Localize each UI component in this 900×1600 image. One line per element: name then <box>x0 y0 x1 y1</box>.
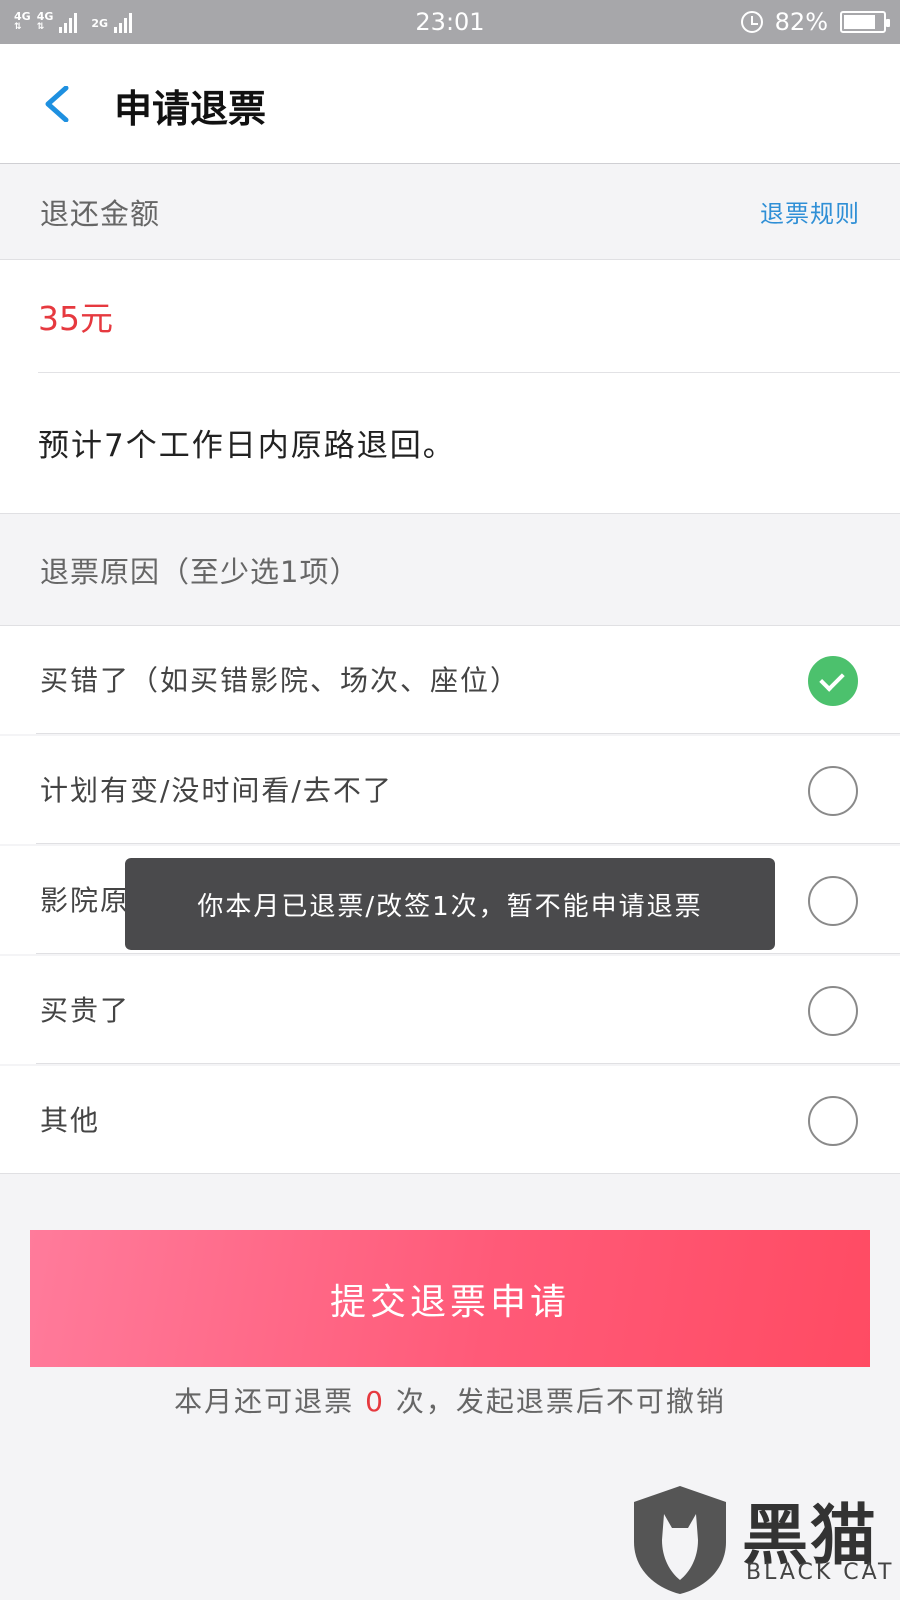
refund-amount-value: 35元 <box>38 299 113 338</box>
back-arrow-icon[interactable] <box>42 86 78 122</box>
signal-bars-icon-2 <box>114 11 133 33</box>
network-type-1: 4G <box>14 10 31 23</box>
reason-option-too-expensive[interactable]: 买贵了 <box>0 956 900 1064</box>
refund-info-block: 35元 预计7个工作日内原路退回。 <box>0 259 900 514</box>
unchecked-circle-icon[interactable] <box>808 766 858 816</box>
reason-option-wrong-purchase[interactable]: 买错了（如买错影院、场次、座位） <box>0 626 900 734</box>
network-type-2: 4G <box>36 10 54 23</box>
refund-amount-label: 退还金额 <box>40 196 161 231</box>
unchecked-circle-icon[interactable] <box>808 1096 858 1146</box>
refund-amount-header: 退还金额 退票规则 <box>0 165 900 258</box>
status-bar: 4G ⇅ 4G ⇅ 2G 23:01 82% <box>0 0 900 44</box>
divider <box>38 372 900 373</box>
reason-option-plan-changed[interactable]: 计划有变/没时间看/去不了 <box>0 736 900 844</box>
signal-indicators: 4G ⇅ 4G ⇅ 2G <box>14 10 133 33</box>
refund-footnote: 本月还可退票 0 次，发起退票后不可撤销 <box>0 1380 900 1420</box>
refund-rules-link[interactable]: 退票规则 <box>760 194 860 229</box>
footnote-suffix: 次，发起退票后不可撤销 <box>395 1385 726 1418</box>
nav-header: 申请退票 <box>0 44 900 164</box>
black-cat-watermark: 黑猫 BLACK CAT <box>630 1480 900 1600</box>
reason-label: 买错了（如买错影院、场次、座位） <box>40 664 521 697</box>
signal-bars-icon <box>59 11 78 33</box>
toast-message: 你本月已退票/改签1次，暂不能申请退票 <box>125 858 775 950</box>
battery-percent: 82% <box>774 8 828 36</box>
refund-reason-header: 退票原因（至少选1项） <box>0 515 900 625</box>
cat-shield-icon <box>634 1486 726 1594</box>
checked-circle-icon[interactable] <box>808 656 858 706</box>
reason-option-other[interactable]: 其他 <box>0 1066 900 1174</box>
unchecked-circle-icon[interactable] <box>808 986 858 1036</box>
remaining-refund-count: 0 <box>365 1385 385 1418</box>
reason-label: 买贵了 <box>40 994 131 1027</box>
battery-fill <box>844 15 876 29</box>
submit-refund-button[interactable]: 提交退票申请 <box>30 1230 870 1367</box>
refund-reason-label: 退票原因（至少选1项） <box>40 555 360 589</box>
battery-icon <box>840 11 890 33</box>
footnote-prefix: 本月还可退票 <box>174 1385 355 1418</box>
network-type-3: 2G <box>91 17 109 30</box>
refund-notice: 预计7个工作日内原路退回。 <box>38 428 456 464</box>
reason-label: 其他 <box>40 1104 101 1137</box>
alarm-icon <box>740 11 763 33</box>
reason-label: 计划有变/没时间看/去不了 <box>40 774 393 807</box>
page-title: 申请退票 <box>114 87 267 131</box>
unchecked-circle-icon[interactable] <box>808 876 858 926</box>
watermark-en: BLACK CAT <box>746 1560 895 1585</box>
